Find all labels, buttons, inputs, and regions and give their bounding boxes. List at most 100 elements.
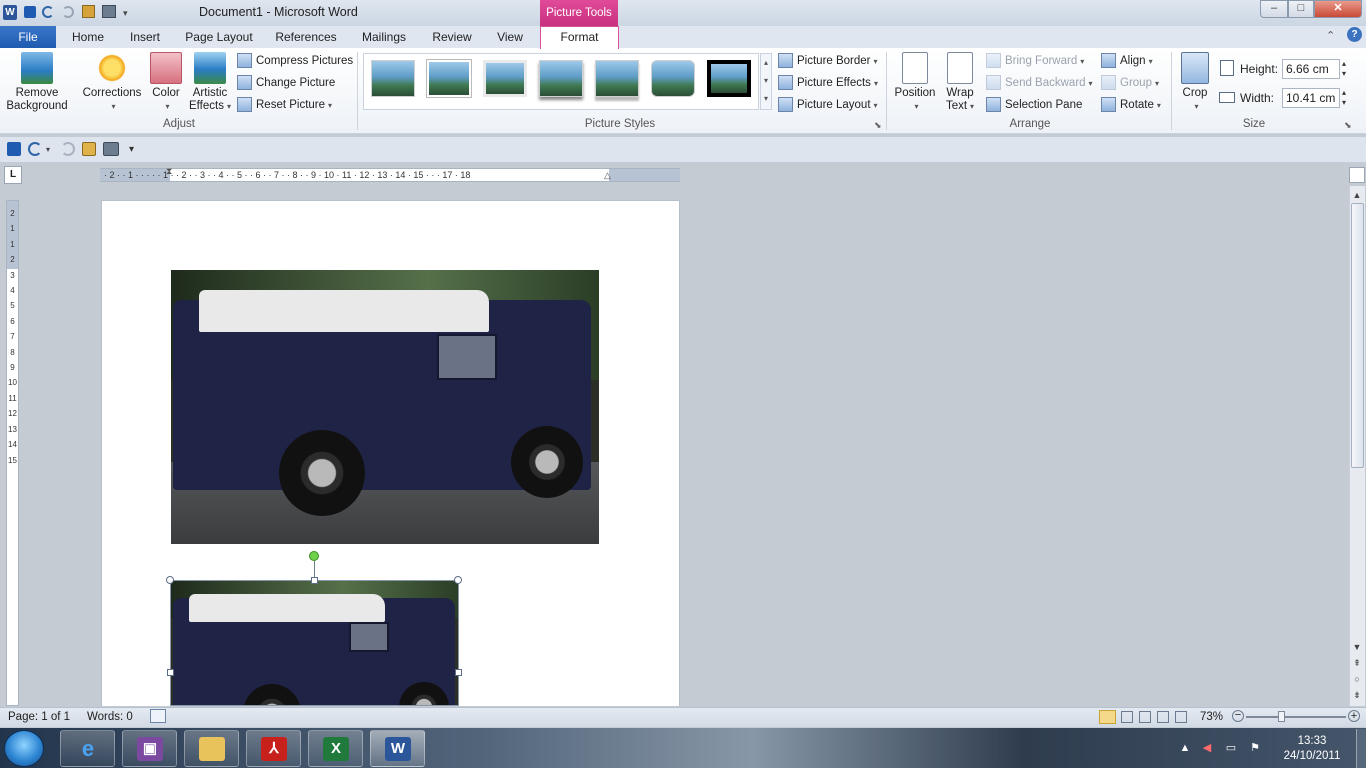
style-thumb-3[interactable] <box>483 60 527 97</box>
page-count[interactable]: Page: 1 of 1 <box>8 711 70 723</box>
undo-icon[interactable] <box>28 142 42 156</box>
wrap-text-button[interactable]: Wrap Text ▾ <box>940 52 980 113</box>
tab-review[interactable]: Review <box>426 26 478 48</box>
taskbar-adobe-reader[interactable]: ⅄ <box>246 730 301 767</box>
resize-handle-tl[interactable] <box>166 576 174 584</box>
align-button[interactable]: Align ▾ <box>1101 51 1153 71</box>
height-input[interactable] <box>1282 59 1340 79</box>
tab-view[interactable]: View <box>490 26 530 48</box>
zoom-slider[interactable] <box>1246 716 1346 718</box>
remove-background-button[interactable]: Remove Background <box>4 52 70 113</box>
open-icon[interactable] <box>82 5 95 18</box>
customize-qat-icon[interactable]: ▾ <box>129 144 134 155</box>
position-button[interactable]: Position ▾ <box>892 52 938 113</box>
style-thumb-6[interactable] <box>651 60 695 97</box>
tab-home[interactable]: Home <box>64 26 112 48</box>
redo-icon[interactable] <box>61 142 75 156</box>
selection-pane-button[interactable]: Selection Pane <box>986 95 1082 115</box>
scroll-up-icon[interactable]: ▲ <box>1351 189 1363 201</box>
gallery-scroll[interactable]: ▴ ▾ ▾ <box>760 53 772 110</box>
style-thumb-5[interactable] <box>595 60 639 97</box>
tab-selector[interactable]: L <box>4 166 22 184</box>
proofing-icon[interactable] <box>150 709 166 723</box>
action-center-flag-icon[interactable]: ⚑ <box>1248 741 1262 755</box>
tab-format[interactable]: Format <box>540 26 619 49</box>
help-icon[interactable]: ? <box>1347 27 1362 42</box>
color-button[interactable]: Color ▾ <box>148 52 184 113</box>
next-page-icon[interactable]: ⇟ <box>1351 689 1363 701</box>
tab-insert[interactable]: Insert <box>122 26 168 48</box>
taskbar-internet-explorer[interactable]: e <box>60 730 115 767</box>
customize-qat-icon[interactable]: ▾ <box>123 8 128 19</box>
send-backward-button[interactable]: Send Backward ▾ <box>986 73 1093 93</box>
chevron-down-icon[interactable]: ▾ <box>46 145 50 154</box>
style-thumb-2[interactable] <box>427 60 471 97</box>
minimize-ribbon-icon[interactable]: ⌃ <box>1326 29 1335 42</box>
rotate-button[interactable]: Rotate ▾ <box>1101 95 1161 115</box>
rotate-handle[interactable] <box>309 551 319 561</box>
style-thumb-4[interactable] <box>539 60 583 97</box>
draft-view-icon[interactable] <box>1175 711 1187 723</box>
change-picture-button[interactable]: Change Picture <box>237 73 335 93</box>
previous-page-icon[interactable]: ⇞ <box>1351 657 1363 669</box>
taskbar-word[interactable]: W <box>370 730 425 767</box>
redo-icon[interactable] <box>62 6 74 18</box>
resize-handle-l[interactable] <box>167 669 174 676</box>
print-layout-view-icon[interactable] <box>1099 710 1116 724</box>
picture-effects-button[interactable]: Picture Effects ▾ <box>778 73 878 93</box>
taskbar-media[interactable]: ▣ <box>122 730 177 767</box>
outline-view-icon[interactable] <box>1157 711 1169 723</box>
height-spinner[interactable]: ▴ ▾ <box>1342 59 1346 79</box>
zoom-slider-knob[interactable] <box>1278 711 1285 722</box>
minimize-button[interactable]: – <box>1260 0 1288 18</box>
start-button[interactable] <box>4 730 44 767</box>
undo-icon[interactable] <box>42 6 54 18</box>
save-icon[interactable] <box>24 6 36 18</box>
style-thumb-7[interactable] <box>707 60 751 97</box>
width-spinner[interactable]: ▴ ▾ <box>1342 88 1346 108</box>
reset-picture-button[interactable]: Reset Picture ▾ <box>237 95 332 115</box>
bring-forward-button[interactable]: Bring Forward ▾ <box>986 51 1084 71</box>
clock[interactable]: 13:33 24/10/2011 <box>1277 734 1347 764</box>
maximize-button[interactable]: □ <box>1288 0 1314 18</box>
close-button[interactable]: ✕ <box>1314 0 1362 18</box>
compress-pictures-button[interactable]: Compress Pictures <box>237 51 353 71</box>
browse-object-icon[interactable]: ○ <box>1351 673 1363 685</box>
zoom-out-icon[interactable]: − <box>1232 710 1244 722</box>
right-indent-marker-icon[interactable]: △ <box>604 170 611 181</box>
tab-page-layout[interactable]: Page Layout <box>180 26 258 48</box>
width-input[interactable] <box>1282 88 1340 108</box>
zoom-level[interactable]: 73% <box>1200 711 1223 723</box>
scroll-thumb[interactable] <box>1351 203 1364 468</box>
word-app-icon[interactable]: W <box>3 5 17 20</box>
artistic-effects-button[interactable]: Artistic Effects ▾ <box>186 52 234 113</box>
group-button[interactable]: Group ▾ <box>1101 73 1159 93</box>
zoom-in-icon[interactable]: + <box>1348 710 1360 722</box>
picture-border-button[interactable]: Picture Border ▾ <box>778 51 878 71</box>
corrections-button[interactable]: Corrections ▾ <box>80 52 144 113</box>
indent-marker-icon[interactable]: ⧗ <box>166 166 172 177</box>
view-ruler-icon[interactable] <box>1349 167 1365 183</box>
resize-handle-t[interactable] <box>311 577 318 584</box>
scroll-down-icon[interactable]: ▼ <box>1351 641 1363 653</box>
show-desktop-button[interactable] <box>1356 729 1366 768</box>
show-hidden-icons-icon[interactable]: ▲ <box>1178 741 1192 755</box>
network-icon[interactable]: ▭ <box>1224 741 1238 755</box>
print-icon[interactable] <box>102 5 116 18</box>
van-photo-1[interactable] <box>171 270 599 544</box>
taskbar-windows-explorer[interactable] <box>184 730 239 767</box>
word-count[interactable]: Words: 0 <box>87 711 133 723</box>
save-icon[interactable] <box>7 142 21 156</box>
tab-file[interactable]: File <box>0 26 56 48</box>
resize-handle-tr[interactable] <box>454 576 462 584</box>
full-screen-view-icon[interactable] <box>1121 711 1133 723</box>
dialog-launcher-icon[interactable]: ⬊ <box>1344 120 1352 131</box>
style-thumb-1[interactable] <box>371 60 415 97</box>
web-layout-view-icon[interactable] <box>1139 711 1151 723</box>
tab-mailings[interactable]: Mailings <box>352 26 416 48</box>
dialog-launcher-icon[interactable]: ⬊ <box>874 120 882 131</box>
tab-references[interactable]: References <box>270 26 342 48</box>
taskbar-excel[interactable]: X <box>308 730 363 767</box>
open-icon[interactable] <box>82 142 96 156</box>
resize-handle-r[interactable] <box>455 669 462 676</box>
